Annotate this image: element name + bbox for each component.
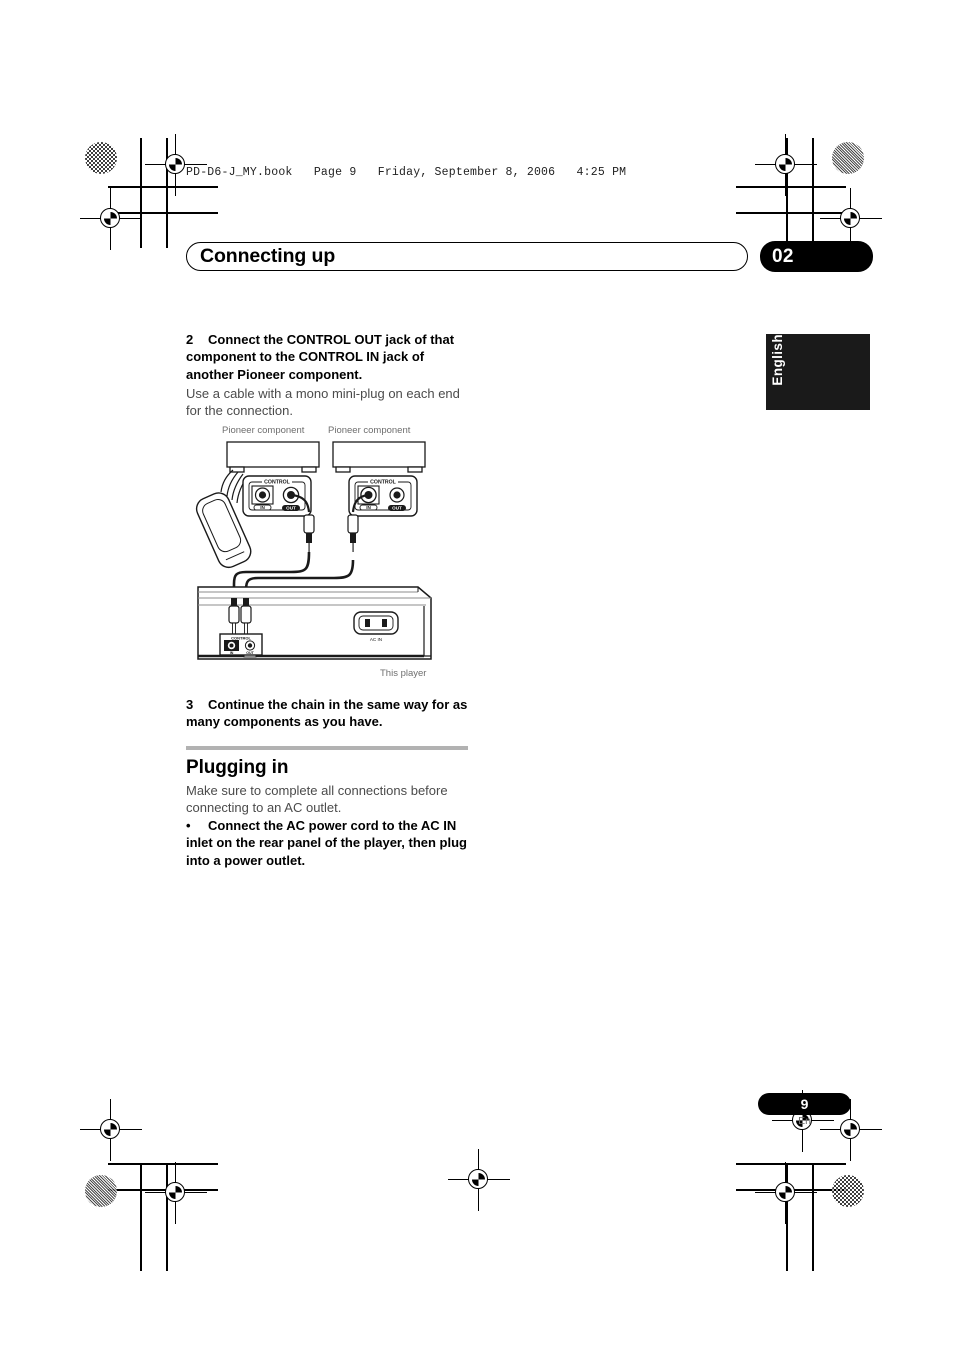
svg-text:OUT: OUT: [286, 506, 296, 511]
section-intro: Make sure to complete all connections be…: [186, 783, 448, 816]
page-number-badge: 9: [758, 1093, 851, 1115]
svg-text:CONTROL: CONTROL: [370, 479, 396, 485]
chapter-title: Connecting up: [200, 245, 336, 267]
plugging-in-bullet-block: • Connect the AC power cord to the AC IN …: [186, 817, 468, 869]
chapter-number-badge: 02: [760, 241, 873, 272]
registration-mark: [755, 1162, 817, 1224]
svg-text:IN: IN: [366, 505, 371, 510]
language-tab-label: English: [770, 334, 785, 386]
section-title: Plugging in: [186, 757, 289, 778]
print-file-header: PD-D6-J_MY.book Page 9 Friday, September…: [186, 166, 627, 179]
svg-text:CONTROL: CONTROL: [231, 636, 251, 641]
step-2-block: 2 Connect the CONTROL OUT jack of that co…: [186, 331, 468, 419]
registration-mark: [80, 188, 142, 250]
step-3-block: 3 Continue the chain in the same way for …: [186, 696, 468, 731]
plugging-in-section: Plugging in Make sure to complete all co…: [186, 746, 468, 817]
bullet-item: • Connect the AC power cord to the AC IN …: [186, 817, 468, 869]
step-2-heading-text: Connect the CONTROL OUT jack of that com…: [186, 332, 455, 382]
registration-mark: [80, 1099, 142, 1161]
step-2-body: Use a cable with a mono mini-plug on eac…: [186, 385, 460, 419]
registration-mark: [820, 188, 882, 250]
step-3-heading-text: Continue the chain in the same way for a…: [186, 697, 468, 730]
bullet-text: Connect the AC power cord to the AC IN i…: [186, 818, 467, 868]
svg-text:OUT: OUT: [392, 506, 402, 511]
step-3-number: 3: [186, 697, 194, 712]
svg-text:OUT: OUT: [246, 651, 254, 655]
section-divider: [186, 746, 468, 750]
registration-mark-bottom-center: [448, 1149, 510, 1211]
diagram-label-component-left: Pioneer component: [222, 425, 305, 436]
step-2-heading: 2 Connect the CONTROL OUT jack of that co…: [186, 331, 468, 383]
svg-text:IN: IN: [230, 651, 234, 655]
connection-diagram: Pioneer component Pioneer component This…: [186, 420, 476, 685]
svg-text:IN: IN: [260, 505, 265, 510]
language-tab: English: [766, 334, 870, 410]
page-language-code: En: [798, 1115, 811, 1127]
manual-page: PD-D6-J_MY.book Page 9 Friday, September…: [0, 0, 954, 1351]
diagram-artwork: CONTROL IN OUT CONTROL IN OUT CONTROL IN…: [195, 441, 432, 660]
diagram-label-this-player: This player: [380, 668, 427, 679]
step-3-heading: 3 Continue the chain in the same way for …: [186, 696, 468, 731]
step-2-number: 2: [186, 332, 194, 347]
registration-mark: [755, 134, 817, 196]
diagram-label-component-right: Pioneer component: [328, 425, 411, 436]
bullet-glyph: •: [186, 818, 191, 833]
registration-mark: [145, 1162, 207, 1224]
svg-text:AC IN: AC IN: [370, 637, 382, 642]
svg-text:CONTROL: CONTROL: [264, 479, 290, 485]
